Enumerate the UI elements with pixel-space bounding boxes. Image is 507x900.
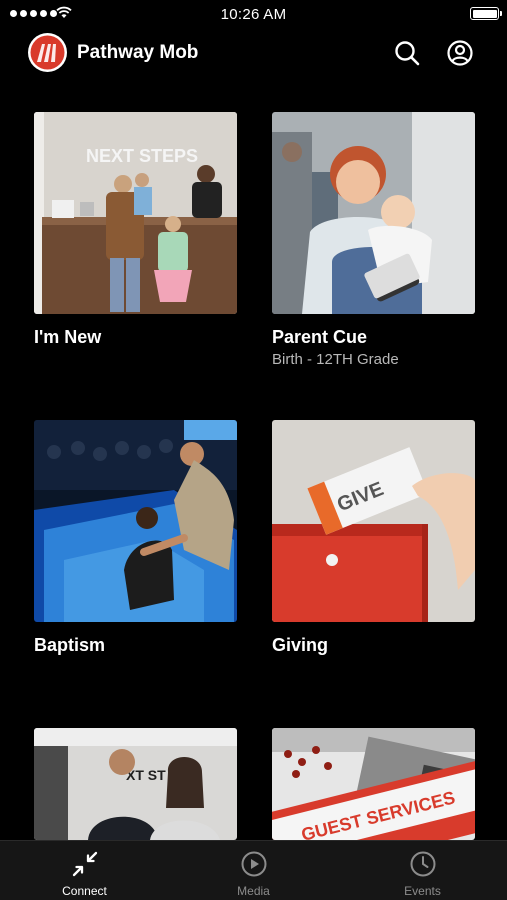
card-im-new[interactable]: NEXT STEPS I'm New: [34, 112, 237, 348]
tab-bar: Connect Media Events: [0, 840, 507, 900]
clock-icon: [410, 851, 436, 877]
tab-label: Events: [404, 884, 441, 898]
church-logo-icon[interactable]: [28, 33, 67, 72]
card-subtitle: Birth - 12TH Grade: [272, 351, 399, 368]
app-header: Pathway Mob: [0, 30, 507, 76]
card-title: Baptism: [34, 635, 106, 655]
card-guest-services[interactable]: GUEST SERVICES: [272, 728, 475, 840]
status-bar: 10:26 AM: [0, 0, 507, 28]
card-giving[interactable]: GIVE Giving: [272, 420, 475, 656]
card-baptism[interactable]: Baptism: [34, 420, 237, 656]
card-title: I'm New: [34, 327, 102, 347]
tab-label: Media: [237, 884, 270, 898]
card-image-giving: GIVE: [272, 420, 475, 622]
card-image-im-new: NEXT STEPS: [34, 112, 237, 314]
search-icon[interactable]: [393, 39, 421, 67]
tab-events[interactable]: Events: [338, 841, 507, 900]
tab-label: Connect: [62, 884, 107, 898]
play-circle-icon: [241, 851, 267, 877]
card-title: Parent Cue: [272, 327, 368, 347]
tab-connect[interactable]: Connect: [0, 841, 169, 900]
app-title: Pathway Mob: [77, 42, 199, 63]
card-connect-team[interactable]: XT ST: [34, 728, 237, 840]
tab-media[interactable]: Media: [169, 841, 338, 900]
card-image-parent-cue: [272, 112, 475, 314]
card-image-connect-team: XT ST: [34, 728, 237, 840]
battery-icon: [470, 7, 502, 20]
status-time: 10:26 AM: [220, 6, 287, 23]
account-icon[interactable]: [446, 39, 474, 67]
card-image-baptism: [34, 420, 237, 622]
card-image-text: NEXT STEPS: [86, 146, 198, 166]
card-image-guest-services: GUEST SERVICES: [272, 728, 475, 840]
connect-icon: [72, 851, 98, 877]
card-parent-cue[interactable]: Parent Cue Birth - 12TH Grade: [272, 112, 475, 369]
card-title: Giving: [272, 635, 329, 655]
